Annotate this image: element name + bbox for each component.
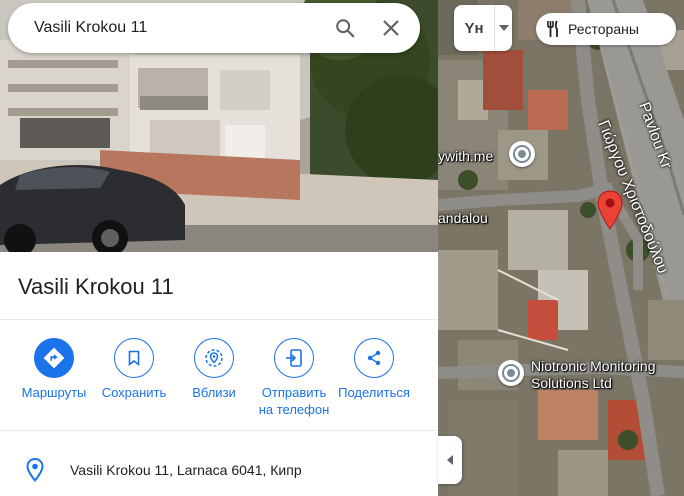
language-toggle-button[interactable]: Υн [454, 5, 494, 51]
send-to-phone-label: Отправить на телефон [258, 385, 330, 417]
divider [0, 319, 438, 320]
language-dropdown-button[interactable] [495, 5, 512, 51]
search-icon [336, 19, 355, 38]
divider [0, 430, 438, 431]
directions-label: Маршруты [21, 385, 87, 400]
share-icon [367, 350, 381, 366]
directions-button[interactable]: Маршруты [11, 338, 97, 401]
restaurant-icon [547, 20, 558, 37]
nearby-icon [205, 349, 223, 367]
directions-icon-circle [34, 338, 74, 378]
action-buttons: Маршруты Сохранить Вблизи Отправить на т… [0, 338, 438, 428]
poi-dot-icon [504, 366, 518, 380]
save-button[interactable]: Сохранить [91, 338, 177, 401]
poi-marker-ywith[interactable] [509, 141, 535, 167]
place-title: Vasili Krokou 11 [18, 274, 174, 299]
bookmark-icon [128, 350, 140, 366]
share-icon-circle [354, 338, 394, 378]
satellite-map[interactable]: ywith.me andalou Niotronic Monitoring So… [438, 0, 684, 496]
poi-marker-niotronic[interactable] [498, 360, 524, 386]
poi-label-niotronic-line2: Solutions Ltd [531, 375, 612, 391]
send-to-phone-button[interactable]: Отправить на телефон [251, 338, 337, 418]
restaurants-chip-label: Рестораны [568, 21, 639, 37]
caret-left-icon [447, 455, 453, 465]
restaurants-chip[interactable]: Рестораны [536, 13, 676, 45]
address-text: Vasili Krokou 11, Larnaca 6041, Кипр [70, 462, 302, 478]
save-icon-circle [114, 338, 154, 378]
caret-down-icon [498, 25, 509, 31]
search-input[interactable]: Vasili Krokou 11 [8, 19, 322, 37]
search-box[interactable]: Vasili Krokou 11 [8, 3, 420, 53]
poi-label-niotronic-line1: Niotronic Monitoring [531, 358, 656, 374]
street-label-andalou: andalou [438, 210, 488, 226]
poi-label-niotronic[interactable]: Niotronic Monitoring Solutions Ltd [531, 358, 656, 392]
search-button[interactable] [322, 5, 368, 51]
poi-dot-icon [515, 147, 529, 161]
close-icon [383, 20, 399, 36]
collapse-panel-button[interactable] [438, 436, 462, 484]
send-to-phone-icon-circle [274, 338, 314, 378]
nearby-button[interactable]: Вблизи [171, 338, 257, 401]
place-panel: Vasili Krokou 11 Vasili Krokou 11 Маршру… [0, 0, 438, 496]
send-to-phone-icon [286, 349, 302, 367]
address-row[interactable]: Vasili Krokou 11, Larnaca 6041, Кипр [0, 450, 438, 490]
location-pin-icon [26, 458, 44, 482]
clear-search-button[interactable] [368, 5, 414, 51]
map-layer-control: Υн [454, 5, 512, 51]
nearby-label: Вблизи [192, 385, 236, 400]
directions-icon [43, 347, 65, 369]
address-pin-container [0, 458, 70, 482]
selected-location-pin-icon[interactable] [596, 190, 624, 230]
poi-label-ywith[interactable]: ywith.me [438, 148, 493, 164]
nearby-icon-circle [194, 338, 234, 378]
share-button[interactable]: Поделиться [331, 338, 417, 401]
save-label: Сохранить [101, 385, 167, 400]
share-label: Поделиться [338, 385, 410, 400]
